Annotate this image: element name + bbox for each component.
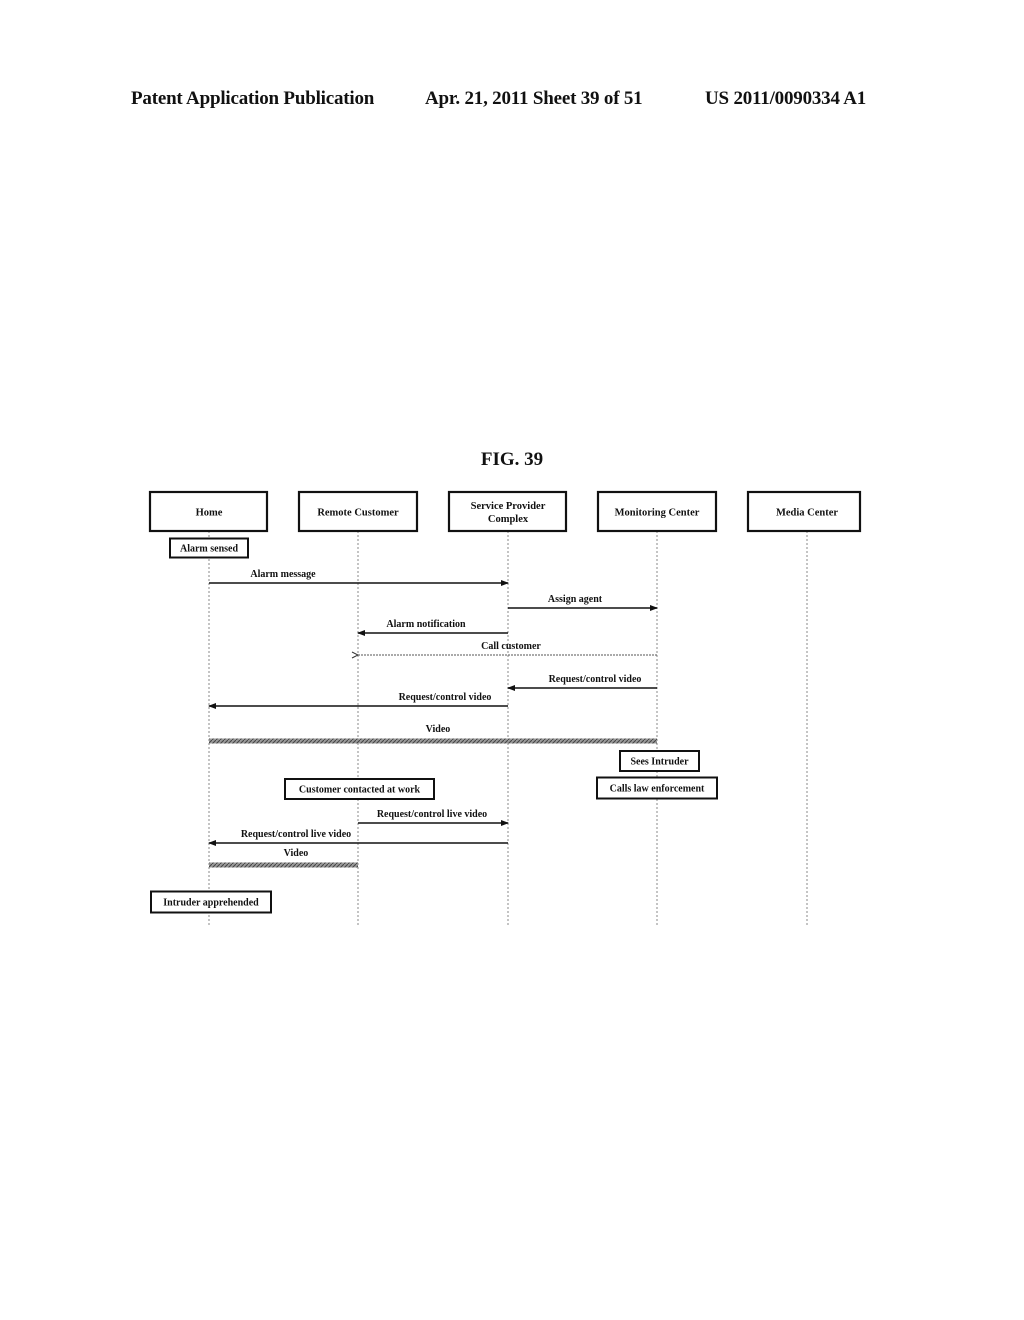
note-label: Calls law enforcement bbox=[610, 784, 705, 795]
note-label: Alarm sensed bbox=[180, 544, 238, 555]
note-label: Intruder apprehended bbox=[163, 898, 259, 909]
video-stream-label: Video bbox=[426, 724, 451, 735]
message-label: Request/control video bbox=[399, 692, 492, 703]
message-label: Assign agent bbox=[548, 594, 603, 605]
actor-monitoring-center: Monitoring Center bbox=[596, 490, 718, 533]
note: Customer contacted at work bbox=[284, 778, 435, 800]
note-label: Customer contacted at work bbox=[299, 785, 421, 796]
actor-media-center: Media Center bbox=[746, 490, 862, 533]
message: Request/control live video bbox=[358, 809, 509, 826]
message: Assign agent bbox=[508, 594, 658, 611]
video-stream-band bbox=[209, 738, 657, 744]
message-label: Alarm message bbox=[250, 569, 316, 580]
actor-label: Remote Customer bbox=[317, 508, 399, 519]
actor-service-provider-complex: Service Provider Complex bbox=[447, 490, 568, 533]
message-label: Alarm notification bbox=[386, 619, 466, 630]
message-label: Request/control video bbox=[549, 674, 642, 685]
actor-remote-customer: Remote Customer bbox=[297, 490, 419, 533]
sequence-diagram: Home Remote Customer Service Provider Compl… bbox=[148, 490, 862, 927]
message-label: Call customer bbox=[481, 641, 541, 652]
message: Request/control video bbox=[507, 674, 657, 691]
message-label: Request/control live video bbox=[241, 829, 351, 840]
actor-label: Monitoring Center bbox=[615, 508, 700, 519]
actor-home: Home bbox=[148, 490, 269, 533]
note: Alarm sensed bbox=[169, 537, 249, 559]
note: Sees Intruder bbox=[619, 750, 700, 772]
message: Alarm notification bbox=[357, 619, 508, 636]
actor-label: Service Provider bbox=[471, 501, 546, 512]
note-label: Sees Intruder bbox=[630, 757, 689, 768]
video-stream-label: Video bbox=[284, 848, 309, 859]
video-stream: Video bbox=[209, 724, 657, 744]
actor-label: Home bbox=[196, 508, 223, 519]
actor-label: Media Center bbox=[776, 508, 838, 519]
note: Intruder apprehended bbox=[150, 890, 272, 914]
message-label: Request/control live video bbox=[377, 809, 487, 820]
actor-label: Complex bbox=[488, 514, 529, 525]
note: Calls law enforcement bbox=[596, 776, 718, 800]
video-stream: Video bbox=[209, 848, 358, 868]
video-stream-band bbox=[209, 862, 358, 868]
